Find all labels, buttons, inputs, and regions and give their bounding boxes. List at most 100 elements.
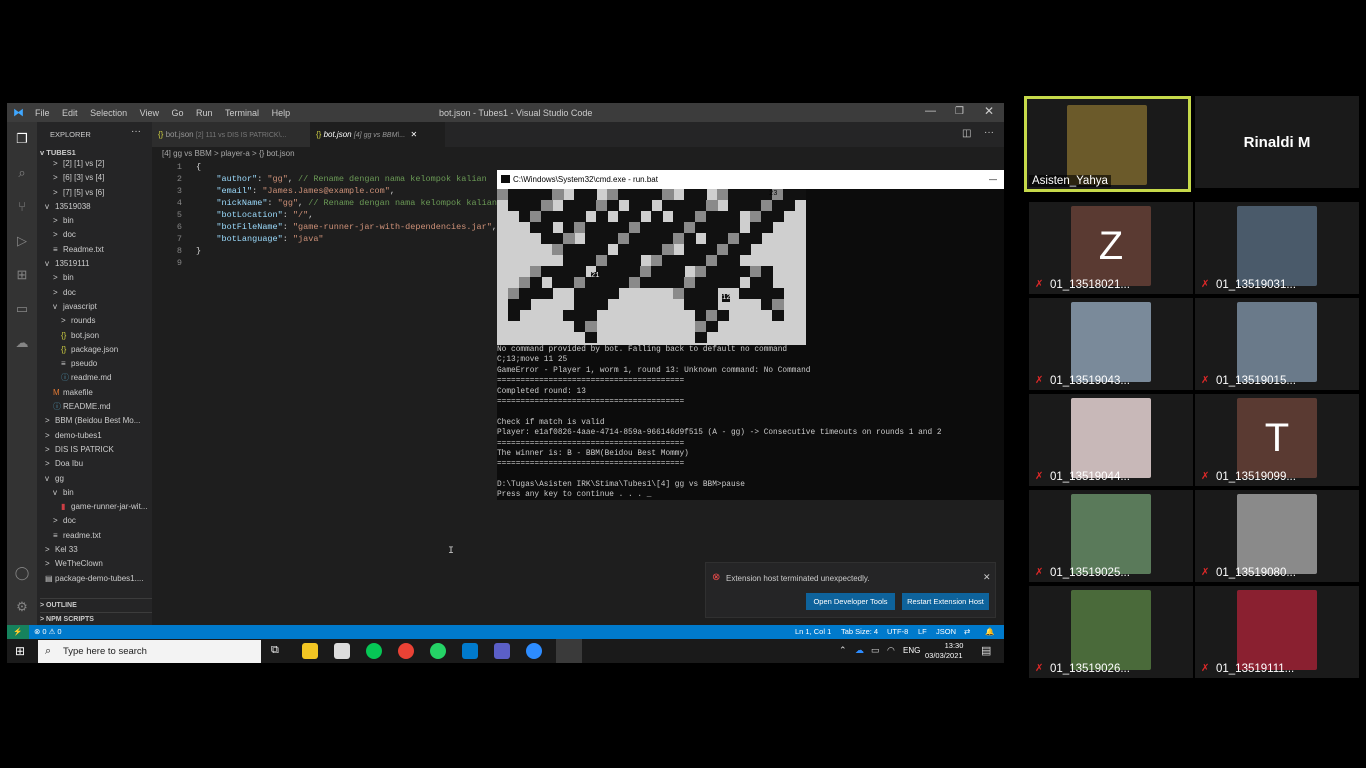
tree-item[interactable]: v javascript	[37, 300, 152, 314]
cmd-titlebar[interactable]: C:\Windows\System32\cmd.exe - run.bat —	[497, 170, 1004, 189]
eol[interactable]: LF	[918, 625, 927, 639]
close-tab-icon[interactable]: ✕	[410, 130, 417, 139]
maximize-icon[interactable]: ❐	[955, 106, 964, 117]
tray-chevron-icon[interactable]: ⌃	[839, 645, 847, 656]
more-actions-icon[interactable]: ···	[131, 126, 141, 137]
tree-item[interactable]: ▮ game-runner-jar-wit...	[37, 500, 152, 514]
close-icon[interactable]: ✕	[984, 104, 994, 118]
participant-tile[interactable]: T ✗ 01_13519099...	[1195, 394, 1359, 486]
tree-item[interactable]: > rounds	[37, 314, 152, 328]
tree-item[interactable]: {} bot.json	[37, 329, 152, 343]
taskbar-search-input[interactable]: ⌕ Type here to search	[38, 640, 261, 663]
split-editor-icon[interactable]: ◫	[962, 128, 971, 139]
tree-item[interactable]: v 13519111	[37, 257, 152, 271]
language-indicator[interactable]: ENG	[903, 646, 920, 655]
tree-item[interactable]: ⓘ readme.md	[37, 371, 152, 385]
tree-item[interactable]: ⓘ README.md	[37, 400, 152, 414]
tree-item[interactable]: ≡ Readme.txt	[37, 243, 152, 257]
menu-edit[interactable]: Edit	[62, 108, 78, 118]
tab-bot-json-1[interactable]: {} bot.json [2] 111 vs DIS IS PATRICK\..…	[152, 122, 310, 147]
remote-icon[interactable]: ⚡	[7, 625, 29, 639]
tree-item[interactable]: > Doa Ibu	[37, 457, 152, 471]
extensions-icon[interactable]: ⊞	[13, 266, 31, 284]
npm-scripts-section[interactable]: > NPM SCRIPTS	[40, 612, 152, 623]
explorer-icon[interactable]: ❐	[13, 130, 31, 148]
gear-icon[interactable]: ⚙	[13, 598, 31, 616]
tree-item[interactable]: > bin	[37, 214, 152, 228]
participant-tile[interactable]: Asisten_Yahya	[1024, 96, 1191, 192]
menu-selection[interactable]: Selection	[90, 108, 127, 118]
tab-bot-json-2[interactable]: {} bot.json [4] gg vs BBM\... ✕	[310, 122, 445, 147]
menu-file[interactable]: File	[35, 108, 50, 118]
breadcrumb-item[interactable]: player-a	[221, 149, 250, 158]
tab-size[interactable]: Tab Size: 4	[841, 625, 878, 639]
tree-item[interactable]: v 13519038	[37, 200, 152, 214]
tree-item[interactable]: > BBM (Beidou Best Mo...	[37, 414, 152, 428]
participant-tile[interactable]: ✗ 01_13519026...	[1029, 586, 1193, 678]
menu-view[interactable]: View	[140, 108, 159, 118]
windows-start-icon[interactable]: ⊞	[15, 644, 25, 658]
tree-item[interactable]: > doc	[37, 514, 152, 528]
file-explorer-icon[interactable]	[302, 643, 318, 659]
tree-item[interactable]: ≡ pseudo	[37, 357, 152, 371]
clock-time[interactable]: 13:30	[935, 641, 973, 650]
tree-item[interactable]: ▤ package-demo-tubes1....	[37, 572, 152, 586]
tree-item[interactable]: > [7] [5] vs [6]	[37, 186, 152, 200]
tree-item[interactable]: {} package.json	[37, 343, 152, 357]
cursor-position[interactable]: Ln 1, Col 1	[795, 625, 831, 639]
participant-tile[interactable]: ✗ 01_13519080...	[1195, 490, 1359, 582]
breadcrumb-item[interactable]: {} bot.json	[259, 149, 295, 158]
tree-item[interactable]: > demo-tubes1	[37, 429, 152, 443]
problems-count[interactable]: ⊗ 0 ⚠ 0	[34, 625, 62, 639]
clock-date[interactable]: 03/03/2021	[925, 651, 963, 660]
participant-tile[interactable]: Z ✗ 01_13518021...	[1029, 202, 1193, 294]
action-center-icon[interactable]: ▤	[981, 644, 991, 657]
chrome-icon[interactable]	[398, 643, 414, 659]
participant-tile[interactable]: ✗ 01_13519031...	[1195, 202, 1359, 294]
tree-item[interactable]: v gg	[37, 472, 152, 486]
breadcrumb-item[interactable]: [4] gg vs BBM	[162, 149, 212, 158]
menu-go[interactable]: Go	[171, 108, 183, 118]
remote-explorer-icon[interactable]: ▭	[13, 300, 31, 318]
cmd-window[interactable]: C:\Windows\System32\cmd.exe - run.bat — …	[497, 170, 1004, 500]
onedrive-icon[interactable]: ☁	[855, 645, 864, 656]
tree-item[interactable]: > [6] [3] vs [4]	[37, 171, 152, 185]
workspace-header[interactable]: v TUBES1	[40, 148, 76, 157]
store-icon[interactable]	[334, 643, 350, 659]
language-mode[interactable]: JSON	[936, 625, 956, 639]
tree-item[interactable]: v bin	[37, 486, 152, 500]
tree-item[interactable]: > WeTheClown	[37, 557, 152, 571]
tree-item[interactable]: Mmakefile	[37, 386, 152, 400]
task-view-icon[interactable]: ⧉	[271, 644, 279, 657]
participant-tile[interactable]: Rinaldi M	[1195, 96, 1359, 188]
close-icon[interactable]: ✕	[983, 572, 991, 583]
wifi-icon[interactable]: ◠	[887, 645, 895, 656]
tree-item[interactable]: > Kel 33	[37, 543, 152, 557]
vscode-taskbar-icon[interactable]	[462, 643, 478, 659]
docker-icon[interactable]: ☁	[13, 334, 31, 352]
teams-icon[interactable]	[494, 643, 510, 659]
more-actions-icon[interactable]: ···	[984, 127, 994, 138]
whatsapp-icon[interactable]	[430, 643, 446, 659]
account-icon[interactable]: ◯	[13, 564, 31, 582]
run-debug-icon[interactable]: ▷	[13, 232, 31, 250]
participant-tile[interactable]: ✗ 01_13519111...	[1195, 586, 1359, 678]
search-icon[interactable]: ⌕	[13, 164, 31, 182]
tree-item[interactable]: > doc	[37, 286, 152, 300]
tree-item[interactable]: > [2] [1] vs [2]	[37, 157, 152, 171]
menu-run[interactable]: Run	[196, 108, 213, 118]
tree-item[interactable]: > doc	[37, 228, 152, 242]
cmd-taskbar-icon[interactable]	[556, 639, 582, 663]
open-dev-tools-button[interactable]: Open Developer Tools	[806, 593, 895, 610]
menu-terminal[interactable]: Terminal	[225, 108, 259, 118]
live-share-icon[interactable]: ⇄	[964, 625, 970, 639]
outline-section[interactable]: > OUTLINE	[40, 598, 152, 609]
minimize-icon[interactable]: —	[925, 105, 936, 117]
participant-tile[interactable]: ✗ 01_13519025...	[1029, 490, 1193, 582]
zoom-icon[interactable]	[526, 643, 542, 659]
participant-tile[interactable]: ✗ 01_13519015...	[1195, 298, 1359, 390]
battery-icon[interactable]: ▭	[871, 645, 880, 656]
tree-item[interactable]: > DIS IS PATRICK	[37, 443, 152, 457]
tree-item[interactable]: ≡ readme.txt	[37, 529, 152, 543]
participant-tile[interactable]: ✗ 01_13519044...	[1029, 394, 1193, 486]
